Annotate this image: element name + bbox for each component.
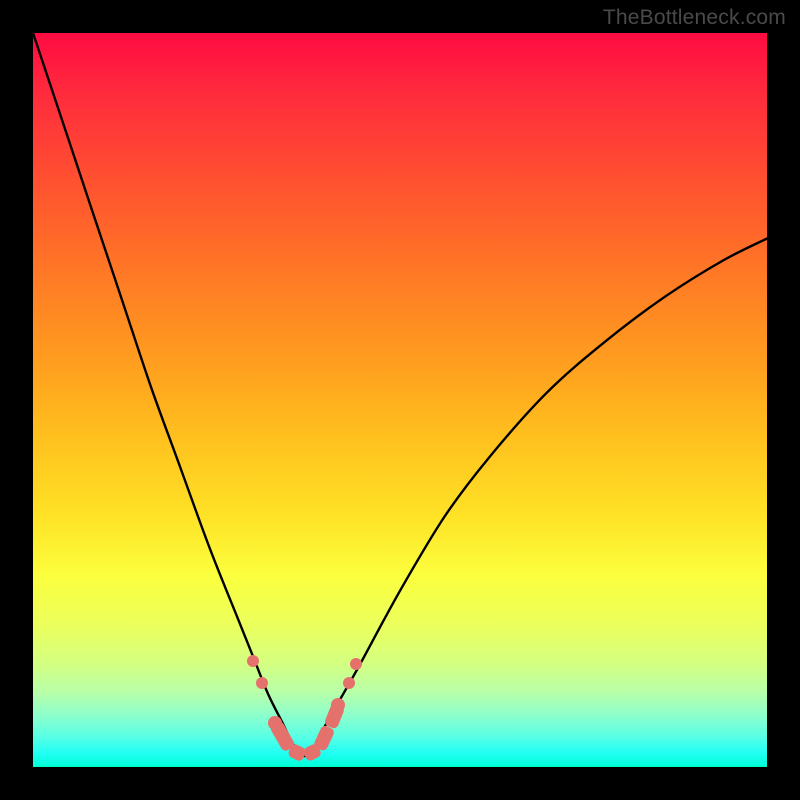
plot-bottom-edge (33, 765, 767, 767)
plot-area (33, 33, 767, 767)
watermark-text: TheBottleneck.com (603, 6, 786, 30)
trough-marker-dot (256, 677, 268, 689)
trough-marker-dot (247, 655, 259, 667)
outer-frame: TheBottleneck.com (0, 0, 800, 800)
trough-marker-dot (331, 698, 345, 712)
bottleneck-curve (33, 33, 767, 767)
trough-marker-dot (343, 677, 355, 689)
